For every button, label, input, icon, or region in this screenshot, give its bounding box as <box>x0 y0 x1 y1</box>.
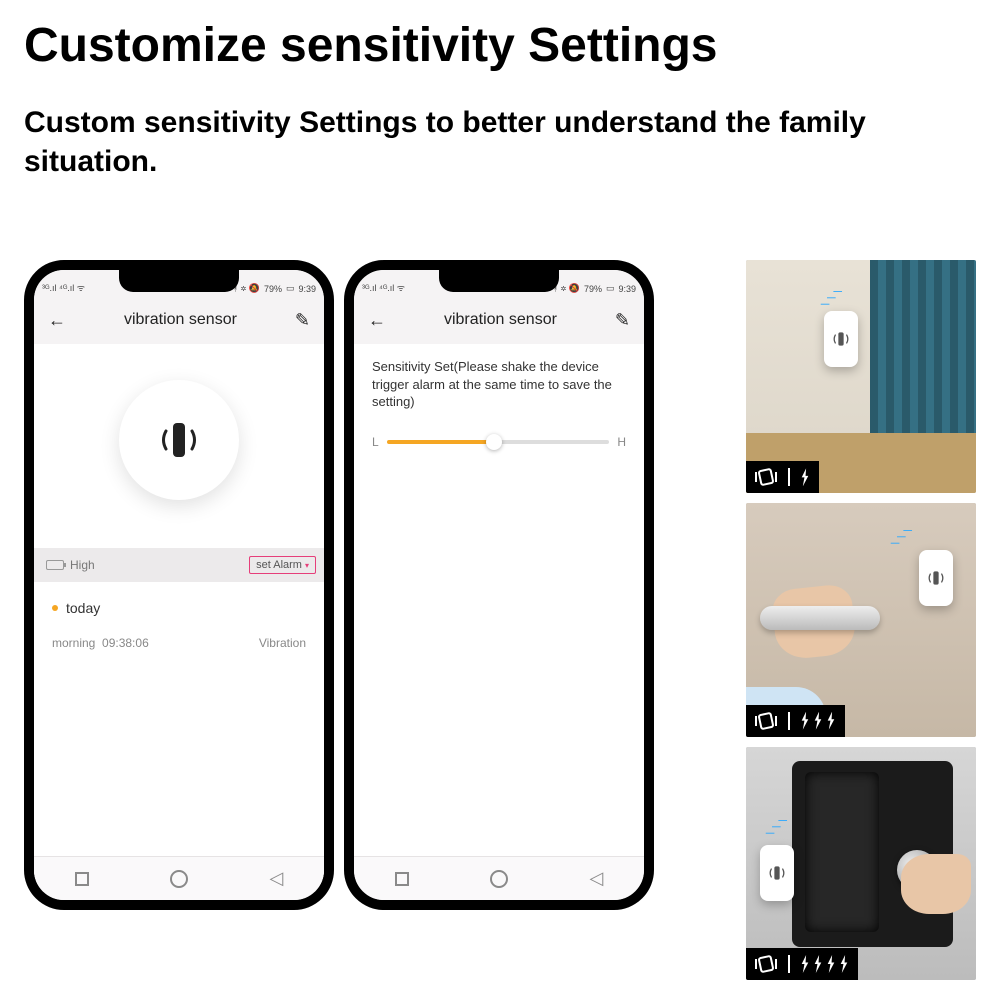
intensity-badge <box>746 461 819 493</box>
edit-icon[interactable]: ✎ <box>615 310 630 331</box>
log-day-header: today <box>52 600 306 616</box>
phone-notch <box>119 270 239 292</box>
scenario-tile: ⸜⸜⸜ <box>746 747 976 980</box>
phone-notch <box>439 270 559 292</box>
log-time: 09:38:06 <box>102 636 149 650</box>
screen-body: High set Alarm ▾ today morning 09:38:06 <box>34 380 324 892</box>
signal-icon: ³ᴳ.ıl ⁴ᴳ.ıl ᯤ <box>42 281 85 294</box>
set-alarm-button[interactable]: set Alarm ▾ <box>249 556 316 574</box>
phone-sensitivity-screen: ³ᴳ.ıl ⁴ᴳ.ıl ᯤ ℕ ᚼ ✲ 🔕 79% ▭ 9:39 ← vibra… <box>344 260 654 910</box>
battery-icon: ▭ <box>606 283 615 294</box>
chevron-down-icon: ▾ <box>305 561 309 570</box>
vibration-icon <box>152 413 206 467</box>
sensitivity-description: Sensitivity Set(Please shake the device … <box>354 344 644 411</box>
separator <box>788 468 790 486</box>
title-bar: ← vibration sensor ✎ <box>34 296 324 344</box>
log-event-type: Vibration <box>259 636 306 650</box>
intensity-badge <box>746 948 858 980</box>
scene-wall <box>746 260 976 493</box>
event-log: today morning 09:38:06 Vibration <box>34 582 324 650</box>
android-nav-bar: ◁ <box>354 856 644 900</box>
slider-low-label: L <box>372 435 379 449</box>
sensor-device-icon <box>760 845 794 901</box>
slider-high-label: H <box>617 435 626 449</box>
bolt-icon <box>813 712 824 730</box>
status-time: 9:39 <box>618 284 636 294</box>
bolt-group <box>800 955 850 973</box>
separator <box>788 955 790 973</box>
battery-percent: 79% <box>264 284 282 294</box>
bolt-icon <box>800 955 811 973</box>
vibration-badge-icon <box>754 711 778 731</box>
sensor-device-icon <box>824 311 858 367</box>
sensitivity-slider-row: L H <box>372 435 626 449</box>
log-time-prefix: morning <box>52 636 95 650</box>
set-alarm-label: set Alarm <box>256 559 302 571</box>
page-headline: Customize sensitivity Settings <box>0 0 1000 73</box>
scenario-tile: ⸜⸜⸜ <box>746 503 976 736</box>
nav-recent-button[interactable] <box>75 872 89 886</box>
android-nav-bar: ◁ <box>34 856 324 900</box>
scenario-tile: ⸜⸜⸜ <box>746 260 976 493</box>
vibration-badge-icon <box>754 467 778 487</box>
nav-home-button[interactable] <box>170 870 188 888</box>
bolt-icon <box>800 468 811 486</box>
nav-back-button[interactable]: ◁ <box>589 868 603 889</box>
nav-back-button[interactable]: ◁ <box>269 868 283 889</box>
bolt-icon <box>800 712 811 730</box>
slider-thumb[interactable] <box>486 434 502 450</box>
sensitivity-slider[interactable] <box>387 440 610 444</box>
bolt-icon <box>813 955 824 973</box>
log-day-dot-icon <box>52 605 58 611</box>
stage: ³ᴳ.ıl ⁴ᴳ.ıl ᯤ ℕ ᚼ ✲ 🔕 79% ▭ 9:39 ← vibra… <box>24 260 976 980</box>
screen-title: vibration sensor <box>444 311 557 329</box>
battery-icon: ▭ <box>286 283 295 294</box>
nav-recent-button[interactable] <box>395 872 409 886</box>
bolt-group <box>800 468 811 486</box>
log-day-label: today <box>66 600 100 616</box>
signal-icon: ³ᴳ.ıl ⁴ᴳ.ıl ᯤ <box>362 281 405 294</box>
status-time: 9:39 <box>298 284 316 294</box>
page-subhead: Custom sensitivity Settings to better un… <box>0 73 1000 181</box>
log-row[interactable]: morning 09:38:06 Vibration <box>52 636 306 650</box>
bolt-icon <box>826 712 837 730</box>
edit-icon[interactable]: ✎ <box>295 310 310 331</box>
scenario-tiles: ⸜⸜⸜⸜⸜⸜⸜⸜⸜ <box>746 260 976 980</box>
scene-door <box>746 503 976 736</box>
back-arrow-icon[interactable]: ← <box>368 310 386 331</box>
bolt-icon <box>826 955 837 973</box>
vibration-badge-icon <box>754 954 778 974</box>
battery-icon <box>46 560 64 570</box>
phone-main-screen: ³ᴳ.ıl ⁴ᴳ.ıl ᯤ ℕ ᚼ ✲ 🔕 79% ▭ 9:39 ← vibra… <box>24 260 334 910</box>
sensor-device-icon <box>919 550 953 606</box>
intensity-badge <box>746 705 845 737</box>
battery-level-label: High <box>70 558 95 572</box>
battery-percent: 79% <box>584 284 602 294</box>
back-arrow-icon[interactable]: ← <box>48 310 66 331</box>
nav-home-button[interactable] <box>490 870 508 888</box>
sensor-hero-button[interactable] <box>119 380 239 500</box>
title-bar: ← vibration sensor ✎ <box>354 296 644 344</box>
status-strip: High set Alarm ▾ <box>34 548 324 582</box>
bolt-icon <box>839 955 850 973</box>
screen-title: vibration sensor <box>124 311 237 329</box>
separator <box>788 712 790 730</box>
bolt-group <box>800 712 837 730</box>
screen-body: Sensitivity Set(Please shake the device … <box>354 344 644 856</box>
